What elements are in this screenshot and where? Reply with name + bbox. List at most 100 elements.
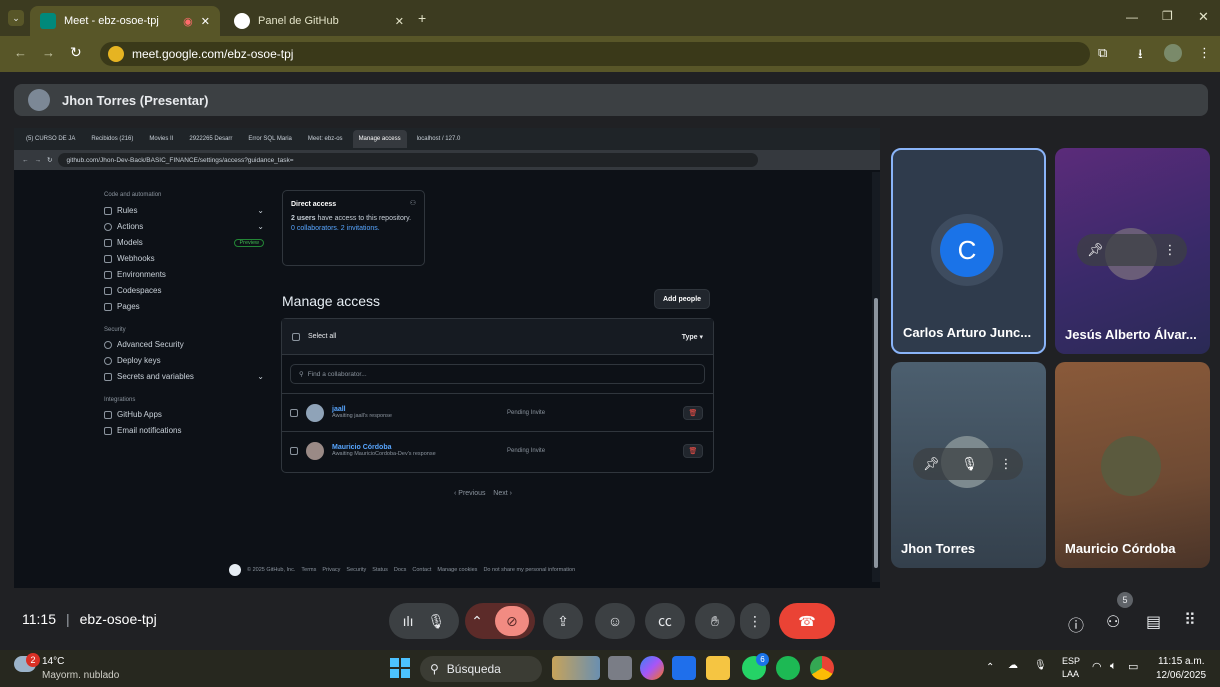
avatar-ring: C [931,214,1003,286]
emoji-icon: ☺ [607,613,623,629]
more-options-button[interactable]: ⋮ [740,603,770,639]
participant-name: Jhon Torres [901,541,976,556]
keyboard-layout[interactable]: LAA [1062,669,1079,679]
spotify-icon[interactable] [776,656,800,680]
tab-meet[interactable]: Meet - ebz-osoe-tpj ◉ ✕ [30,6,220,36]
avatar [306,403,324,422]
clock-date[interactable]: 12/06/2025 [1156,670,1206,681]
site-info-icon[interactable] [108,46,124,62]
meeting-code: ebz-osoe-tpj [79,611,157,627]
minimize-button[interactable]: — [1126,10,1138,24]
chevron-down-icon: ⌄ [257,206,264,215]
store-icon[interactable] [672,656,696,680]
search-icon: ⚲ [430,662,439,676]
extensions-icon[interactable]: ⧉ [1098,45,1107,61]
people-icon: ⚇ [409,200,416,207]
participant-name: Jesús Alberto Álvar... [1065,327,1197,342]
url-field[interactable]: meet.google.com/ebz-osoe-tpj [100,42,1090,66]
taskbar-search[interactable]: ⚲ Búsqueda [420,656,542,682]
sidebar-item-pages: Pages [104,302,264,311]
inner-scrollbar-thumb [874,298,878,568]
wifi-icon[interactable]: ◠ [1092,660,1102,673]
inner-tab: 2922265 Desarr [189,136,233,142]
battery-icon[interactable]: ▭ [1128,660,1138,673]
codespaces-icon [104,286,112,295]
clock-time[interactable]: 11:15 a.m. [1158,656,1205,667]
sidebar-item-webhooks: Webhooks [104,254,264,263]
people-icon[interactable]: ⚇ [1106,612,1120,632]
inner-tab-strip: (5) CURSO DE JA Recibidos (216) Movies I… [14,128,880,150]
secret-icon [104,372,112,381]
present-icon: ⇪ [557,612,569,629]
windows-start-icon[interactable] [390,658,410,678]
new-tab-button[interactable]: + [418,10,426,26]
trash-icon: 🗑 [683,405,703,420]
chevron-up-icon[interactable]: ⌃ [471,613,483,630]
widgets-icon[interactable] [552,656,600,680]
direct-access-title: Direct access [291,201,337,208]
restore-button[interactable]: ❐ [1162,9,1173,23]
more-options-icon[interactable]: ⋮ [1000,456,1013,472]
activities-grid-icon[interactable]: ⠿ [1184,610,1196,630]
sidebar-heading: Security [104,327,126,333]
search-icon: ⚲ [299,371,304,378]
key-icon [104,356,112,365]
participant-tile-jhon[interactable]: 📌︎ 🎙︎ ⋮ Jhon Torres [891,362,1046,568]
close-tab-icon[interactable]: ✕ [395,15,404,28]
info-icon[interactable]: ⓘ [1068,612,1084,636]
weather-badge: 2 [26,653,40,667]
checkbox-icon [292,332,300,341]
volume-icon[interactable]: 🔈︎ [1110,660,1117,673]
tile-controls[interactable]: 📌︎ ⋮ [1077,234,1187,266]
present-screen-button[interactable]: ⇪ [543,603,583,639]
captions-button[interactable]: ㏄ [645,603,685,639]
inner-tab-active: Manage access [352,130,407,148]
chat-icon[interactable]: ▤ [1146,612,1161,632]
raise-hand-button[interactable]: ✋︎ [695,603,735,639]
reload-icon[interactable]: ↻ [70,44,82,61]
inner-tab: localhost / 127.0 [416,136,461,142]
sidebar-item-models: Models Preview [104,238,264,247]
more-options-icon[interactable]: ⋮ [1164,242,1177,258]
participant-tile-mauricio[interactable]: Mauricio Córdoba [1055,362,1210,568]
tray-app-icon[interactable]: ☁︎ [1008,660,1018,671]
camera-button[interactable]: ⌃ ⊘ [465,603,535,639]
chrome-icon[interactable] [810,656,834,680]
close-window-button[interactable]: ✕ [1198,9,1209,25]
download-icon[interactable]: ⭳ [1138,45,1143,67]
close-tab-icon[interactable]: ✕ [201,15,210,28]
back-arrow-icon[interactable]: ← [14,45,27,60]
mic-tray-icon[interactable]: 🎙︎ [1034,660,1047,671]
copilot-icon[interactable] [640,656,664,680]
avatar [306,441,324,460]
reactions-button[interactable]: ☺ [595,603,635,639]
tile-controls[interactable]: 📌︎ 🎙︎ ⋮ [913,448,1023,480]
browser-tab-strip: ⌄ Meet - ebz-osoe-tpj ◉ ✕ Panel de GitHu… [0,0,1220,36]
input-language[interactable]: ESP [1062,656,1080,666]
meet-icon [40,13,56,29]
participant-tile-jesus[interactable]: 📌︎ ⋮ Jesús Alberto Álvar... [1055,148,1210,354]
menu-kebab-icon[interactable]: ⋮ [1198,45,1211,61]
pin-icon[interactable]: 📌︎ [1087,242,1104,258]
end-call-button[interactable]: ☎︎ [779,603,835,639]
chevron-up-icon[interactable]: ⌃ [986,662,994,673]
file-explorer-icon[interactable] [706,656,730,680]
pending-invite-status: Pending Invite [507,409,546,416]
participant-name: Mauricio Córdoba [1065,541,1176,556]
github-logo-icon [229,564,241,576]
environment-icon [104,270,112,279]
meeting-info-separator: | [66,611,70,627]
tab-search-button[interactable]: ⌄ [8,10,24,26]
participant-tile-carlos[interactable]: C Carlos Arturo Junc... [891,148,1046,354]
profile-avatar[interactable] [1164,44,1182,62]
pin-icon[interactable]: 📌︎ [923,456,940,472]
microphone-button[interactable]: ılı 🎙︎ [389,603,459,639]
weather-text: Mayorm. nublado [42,670,120,681]
mail-icon [104,426,112,435]
task-view-icon[interactable] [608,656,632,680]
forward-arrow-icon[interactable]: → [42,45,55,60]
more-vert-icon: ⋮ [748,612,762,629]
tab-github[interactable]: Panel de GitHub ✕ [224,6,414,36]
hang-up-icon: ☎︎ [798,612,816,629]
audio-level-icon: ılı [402,613,414,629]
